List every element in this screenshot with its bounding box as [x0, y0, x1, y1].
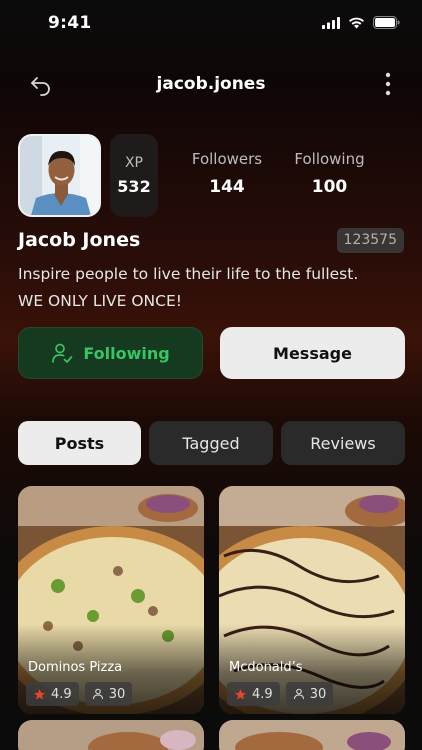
following-count: 100 [311, 177, 348, 197]
star-icon [235, 688, 246, 700]
signal-icon [322, 16, 340, 29]
bio-line: Inspire people to live their life to the… [18, 265, 359, 283]
food-photo [219, 720, 405, 750]
status-bar: 9:41 [0, 0, 422, 46]
tab-tagged[interactable]: Tagged [149, 421, 273, 465]
status-time: 9:41 [48, 13, 92, 33]
post-card[interactable]: Mcdonald’s 4.9 30 [219, 486, 405, 714]
xp-label: XP [124, 155, 144, 171]
following-stat[interactable]: Following 100 [292, 150, 367, 197]
message-button-label: Message [273, 343, 352, 363]
xp-box: XP 532 [110, 134, 158, 217]
more-vertical-icon [385, 72, 391, 96]
page-title: jacob.jones [156, 74, 266, 94]
post-card[interactable] [219, 720, 405, 750]
post-meta: 4.9 30 [227, 682, 334, 706]
battery-icon [373, 16, 400, 29]
following-button[interactable]: Following [18, 327, 203, 379]
followers-label: Followers [191, 150, 263, 168]
xp-value: 532 [117, 177, 151, 196]
nav-header: jacob.jones [0, 64, 422, 104]
wifi-icon [349, 17, 364, 28]
star-icon [34, 688, 45, 700]
person-icon [92, 688, 103, 700]
food-photo [18, 720, 204, 750]
followers-count: 144 [209, 177, 245, 197]
people-count: 30 [309, 686, 327, 702]
user-id-badge: 123575 [336, 228, 404, 253]
rating-chip: 4.9 [227, 682, 280, 706]
rating-value: 4.9 [252, 686, 273, 702]
profile-bio: Inspire people to live their life to the… [18, 261, 408, 315]
people-chip: 30 [84, 682, 133, 706]
user-check-icon [52, 343, 73, 363]
more-options-button[interactable] [384, 70, 392, 98]
tab-posts[interactable]: Posts [18, 421, 141, 465]
bio-line: WE ONLY LIVE ONCE! [18, 292, 182, 310]
tab-label: Posts [54, 433, 105, 453]
people-chip: 30 [285, 682, 334, 706]
message-button[interactable]: Message [220, 327, 405, 379]
post-card[interactable] [18, 720, 204, 750]
avatar-image [20, 136, 99, 215]
people-count: 30 [108, 686, 126, 702]
tab-reviews[interactable]: Reviews [281, 421, 405, 465]
post-meta: 4.9 30 [26, 682, 133, 706]
post-title: Dominos Pizza [28, 660, 123, 675]
rating-chip: 4.9 [26, 682, 79, 706]
following-button-label: Following [83, 343, 170, 363]
profile-name: Jacob Jones [18, 229, 141, 251]
post-title: Mcdonald’s [229, 660, 303, 675]
status-icons [322, 16, 400, 29]
followers-stat[interactable]: Followers 144 [190, 150, 264, 197]
following-label: Following [294, 150, 365, 168]
profile-avatar[interactable] [18, 134, 101, 217]
post-card[interactable]: Dominos Pizza 4.9 30 [18, 486, 204, 714]
tab-label: Tagged [182, 433, 240, 453]
tab-label: Reviews [310, 433, 376, 453]
person-icon [293, 688, 304, 700]
rating-value: 4.9 [51, 686, 72, 702]
